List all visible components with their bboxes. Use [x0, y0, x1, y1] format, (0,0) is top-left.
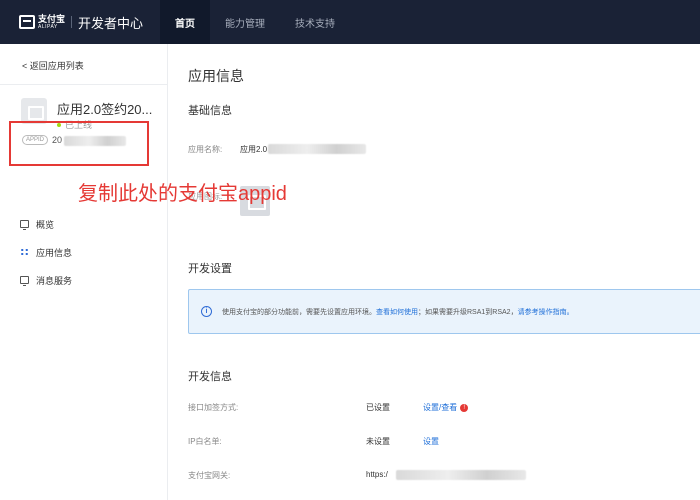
- logo-cn-text: 支付宝: [38, 13, 66, 24]
- alipay-logo: 支付宝 ALIPAY: [19, 13, 66, 30]
- dev-info-title: 开发信息: [188, 371, 232, 383]
- nav-tech-support[interactable]: 技术支持: [280, 0, 350, 44]
- basic-info-title: 基础信息: [188, 105, 232, 117]
- sidebar-item-label: 应用信息: [36, 247, 73, 258]
- sidebar-item-label: 消息服务: [36, 275, 73, 286]
- main-content: 应用信息 基础信息 应用名称: 应用2.0 应用图标: 开发设置 i 使用支付宝…: [168, 44, 700, 500]
- gateway-blurred: [396, 470, 526, 480]
- message-icon: [20, 276, 29, 286]
- ip-whitelist-action: 设置: [423, 436, 439, 447]
- back-to-app-list-link[interactable]: < 返回应用列表: [22, 59, 84, 72]
- info-middle: ；如果需要升级RSA1到RSA2，: [418, 308, 518, 316]
- page-title: 应用信息: [188, 68, 244, 84]
- ip-whitelist-status: 未设置: [366, 437, 390, 446]
- dev-settings-title: 开发设置: [188, 263, 232, 275]
- ip-whitelist-label: IP白名单:: [188, 437, 222, 446]
- sidebar-item-label: 概览: [36, 219, 55, 230]
- info-notice: i 使用支付宝的部分功能前，需要先设置应用环境。查看如何使用；如果需要升级RSA…: [188, 289, 700, 334]
- brand[interactable]: 支付宝 ALIPAY 开发者中心: [0, 0, 160, 44]
- app-name: 应用2.0签约20...: [57, 102, 153, 117]
- logo-en-text: ALIPAY: [38, 23, 58, 30]
- nav-capability-management[interactable]: 能力管理: [210, 0, 280, 44]
- info-prefix: 使用支付宝的部分功能前，需要先设置应用环境。: [222, 308, 376, 316]
- nav-home[interactable]: 首页: [160, 0, 210, 44]
- gateway-label: 支付宝网关:: [188, 471, 231, 480]
- annotation-text: 复制此处的支付宝appid: [78, 183, 287, 205]
- app-name-label: 应用名称:: [188, 145, 223, 154]
- top-navigation-bar: 支付宝 ALIPAY 开发者中心 首页 能力管理 技术支持: [0, 0, 700, 44]
- gateway-value: https:/: [366, 470, 388, 479]
- app-name-blurred: [268, 144, 366, 154]
- app-name-value: 应用2.0: [240, 145, 268, 154]
- sidebar-menu: 概览 应用信息 消息服务: [20, 214, 72, 298]
- alipay-logo-icon: [19, 15, 35, 29]
- sidebar-item-message-service[interactable]: 消息服务: [20, 270, 72, 290]
- sidebar-divider: [0, 84, 168, 85]
- sidebar-item-overview[interactable]: 概览: [20, 214, 72, 234]
- set-view-link[interactable]: 设置/查看: [423, 403, 457, 412]
- info-icon: i: [201, 306, 212, 317]
- brand-divider: [71, 16, 73, 28]
- operation-guide-link[interactable]: 请参考操作指南。: [518, 309, 574, 316]
- sidebar-item-app-info[interactable]: 应用信息: [20, 242, 72, 262]
- how-to-use-link[interactable]: 查看如何使用: [376, 309, 418, 316]
- warning-icon: !: [460, 403, 469, 412]
- set-link[interactable]: 设置: [423, 437, 439, 446]
- grid-icon: [20, 248, 29, 256]
- sign-method-action: 设置/查看!: [423, 402, 469, 413]
- sign-method-status: 已设置: [366, 403, 390, 412]
- highlight-box: [9, 121, 149, 166]
- sign-method-label: 接口加签方式:: [188, 403, 239, 412]
- top-nav: 首页 能力管理 技术支持: [160, 0, 350, 44]
- info-text: 使用支付宝的部分功能前，需要先设置应用环境。查看如何使用；如果需要升级RSA1到…: [222, 307, 574, 317]
- brand-title: 开发者中心: [78, 15, 144, 31]
- sidebar: < 返回应用列表 应用2.0签约20... 已上线 APPID 20 概览 应用…: [0, 44, 168, 500]
- monitor-icon: [20, 220, 29, 230]
